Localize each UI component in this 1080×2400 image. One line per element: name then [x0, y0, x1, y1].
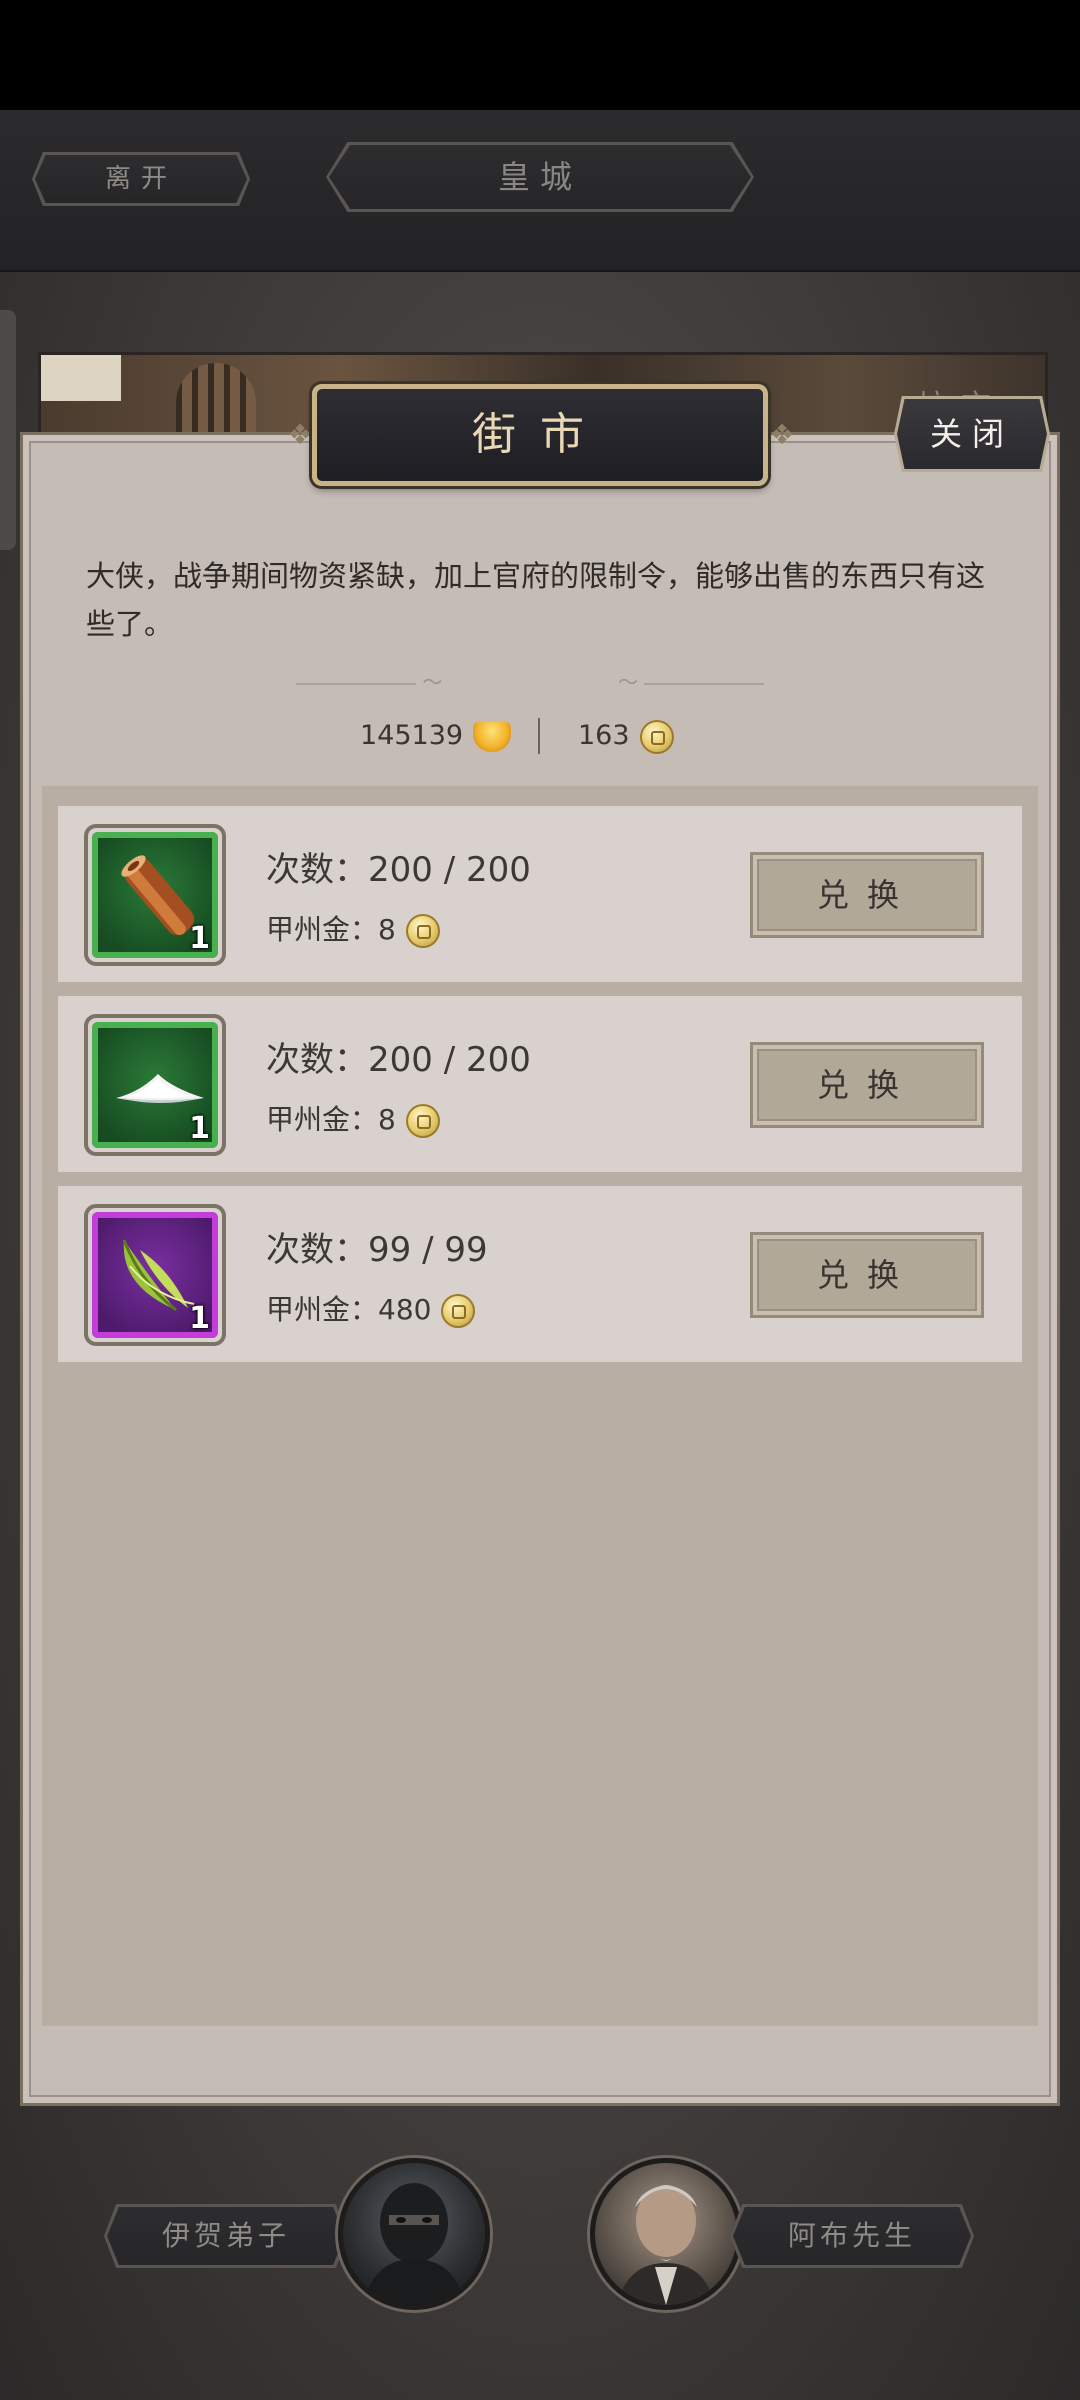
- exchange-button[interactable]: 兑换: [750, 1042, 984, 1128]
- npc-name-right: 阿布先生: [787, 2219, 916, 2252]
- exchange-button[interactable]: 兑换: [750, 1232, 984, 1318]
- leave-button-label: 离开: [104, 164, 177, 194]
- divider-left: ～: [296, 672, 442, 692]
- koshu-coin-icon: [405, 914, 440, 948]
- koshu-coin-amount: 163: [578, 720, 630, 751]
- game-screen: 离开 皇城 坊市 ❖ ❖ 街市 关闭 大侠，战争期间物资紧缺，加上官府的限制令，…: [0, 0, 1080, 2400]
- gold-ingot-icon: [473, 721, 512, 752]
- list-item: 1 次数：99 / 99 甲州金：480 兑换: [58, 1186, 1022, 1362]
- item-price: 甲州金：8: [266, 910, 440, 950]
- gold-ingot-balance: 145139: [360, 712, 512, 760]
- item-quantity: 1: [189, 1301, 210, 1336]
- close-button[interactable]: 关闭: [894, 396, 1050, 472]
- koshu-coin-balance: 163: [578, 712, 674, 760]
- location-title-text: 皇城: [497, 158, 582, 196]
- price-label: 甲州金：: [266, 913, 379, 946]
- koshu-coin-icon: [639, 719, 674, 754]
- title-ornament-right-icon: ❖: [769, 418, 795, 451]
- koshu-coin-icon: [441, 1294, 476, 1328]
- divider-right: ～: [618, 672, 765, 692]
- price-value: 8: [378, 913, 396, 946]
- item-slot[interactable]: 1: [84, 1204, 226, 1346]
- status-bar: [0, 0, 1080, 110]
- item-price: 甲州金：480: [266, 1290, 476, 1330]
- npc-name-tag-left[interactable]: 伊贺弟子: [104, 2204, 348, 2268]
- item-quantity: 1: [189, 1111, 210, 1146]
- location-title: 皇城: [326, 142, 754, 212]
- exchange-count: 次数：99 / 99: [266, 1230, 488, 1270]
- item-slot[interactable]: 1: [84, 1014, 226, 1156]
- item-price: 甲州金：8: [266, 1100, 440, 1140]
- old-man-portrait-icon: [617, 2185, 715, 2305]
- exchange-count: 次数：200 / 200: [266, 1040, 531, 1080]
- npc-name-tag-right[interactable]: 阿布先生: [730, 2204, 974, 2268]
- mr-abu-avatar[interactable]: [590, 2158, 742, 2310]
- currency-separator: [538, 718, 540, 754]
- ninja-avatar[interactable]: [338, 2158, 490, 2310]
- close-button-label: 关闭: [929, 415, 1014, 453]
- gold-ingot-amount: 145139: [360, 720, 464, 751]
- price-label: 甲州金：: [266, 1103, 379, 1136]
- list-item: 1 次数：200 / 200 甲州金：8 兑换: [58, 806, 1022, 982]
- item-quantity: 1: [189, 921, 210, 956]
- merchant-message: 大侠，战争期间物资紧缺，加上官府的限制令，能够出售的东西只有这些了。: [86, 559, 986, 641]
- price-label: 甲州金：: [266, 1293, 379, 1326]
- exchange-count: 次数：200 / 200: [266, 850, 531, 890]
- list-item: 1 次数：200 / 200 甲州金：8 兑换: [58, 996, 1022, 1172]
- window-decoration: [176, 363, 256, 433]
- side-pull-tab[interactable]: [0, 310, 16, 550]
- price-value: 480: [378, 1293, 432, 1326]
- panel-title: 街市: [312, 384, 768, 486]
- price-value: 8: [378, 1103, 396, 1136]
- npc-name-left: 伊贺弟子: [161, 2219, 290, 2252]
- masked-ninja-portrait-icon: [363, 2183, 465, 2305]
- koshu-coin-icon: [405, 1104, 440, 1138]
- item-slot[interactable]: 1: [84, 824, 226, 966]
- exchange-button[interactable]: 兑换: [750, 852, 984, 938]
- shop-sign-decoration: [41, 355, 121, 401]
- leave-button[interactable]: 离开: [32, 152, 250, 206]
